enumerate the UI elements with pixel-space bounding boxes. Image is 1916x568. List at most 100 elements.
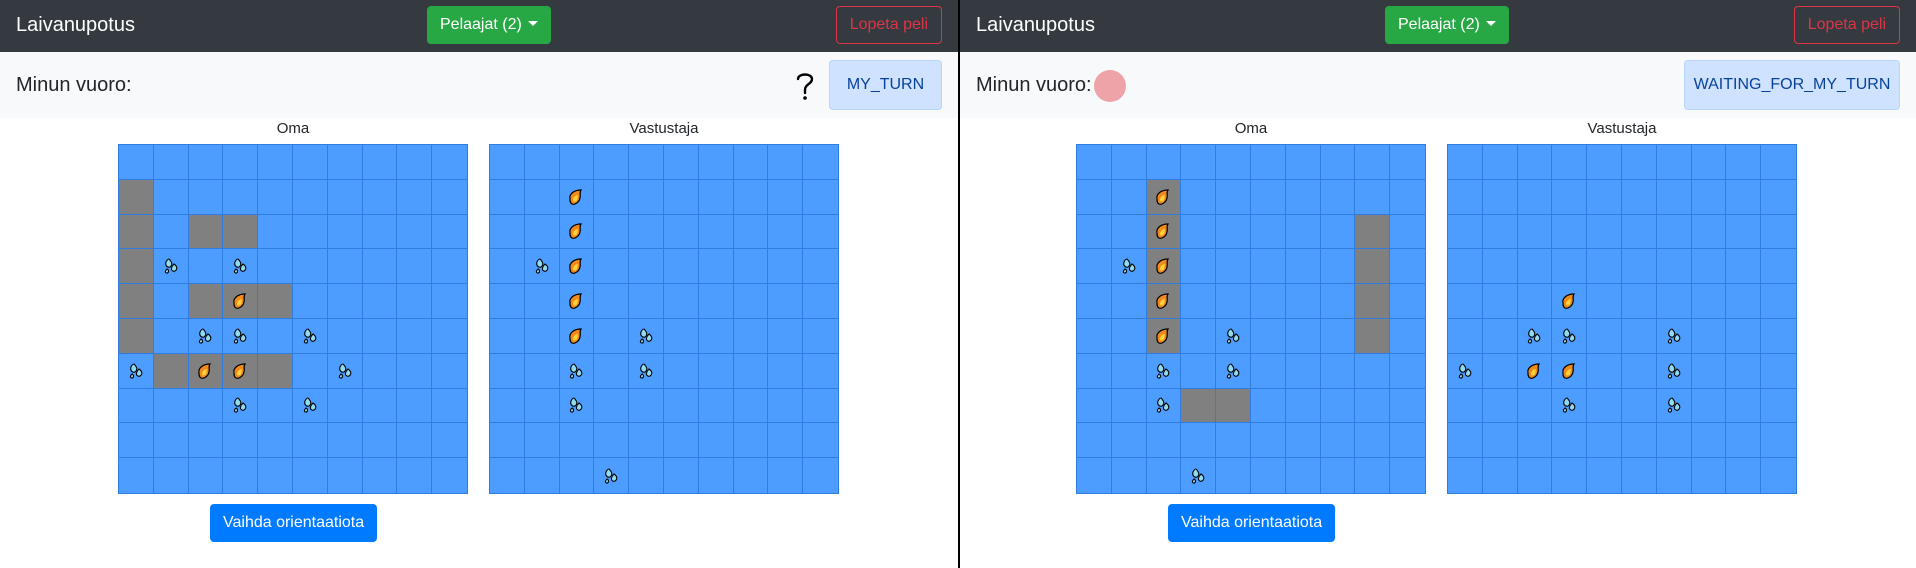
board-cell[interactable] <box>629 423 664 459</box>
board-cell[interactable] <box>559 318 595 354</box>
board-cell[interactable] <box>698 214 734 250</box>
board-cell[interactable] <box>1448 318 1483 354</box>
board-cell[interactable] <box>524 214 560 250</box>
board-cell[interactable] <box>594 388 630 424</box>
board-cell[interactable] <box>1621 353 1657 389</box>
board-cell[interactable] <box>698 145 734 180</box>
board-cell[interactable] <box>1517 284 1553 319</box>
board-cell[interactable] <box>1552 145 1588 180</box>
board-cell[interactable] <box>1552 353 1588 389</box>
board-cell[interactable] <box>1587 214 1622 250</box>
board-cell[interactable] <box>629 318 664 354</box>
board-cell[interactable] <box>1621 388 1657 424</box>
board-cell[interactable] <box>1657 458 1692 493</box>
board-cell[interactable] <box>1517 249 1553 285</box>
board-cell[interactable] <box>559 284 595 319</box>
board-cell[interactable] <box>1552 284 1588 319</box>
board-cell[interactable] <box>698 423 734 459</box>
board-cell[interactable] <box>629 458 664 493</box>
board-cell[interactable] <box>698 318 734 354</box>
board-cell[interactable] <box>559 353 595 389</box>
board-cell[interactable] <box>803 180 838 215</box>
board-cell[interactable] <box>733 179 769 215</box>
board-cell[interactable] <box>768 318 804 354</box>
board-cell[interactable] <box>490 318 525 354</box>
board-cell[interactable] <box>594 458 630 493</box>
board-cell[interactable] <box>663 249 699 285</box>
board-cell[interactable] <box>559 179 595 215</box>
board-cell[interactable] <box>1482 145 1518 180</box>
board-cell[interactable] <box>1448 458 1483 493</box>
board-cell[interactable] <box>1482 423 1518 459</box>
board-cell[interactable] <box>594 179 630 215</box>
board-cell[interactable] <box>594 284 630 319</box>
board-cell[interactable] <box>594 423 630 459</box>
board-cell[interactable] <box>1552 423 1588 459</box>
board-cell[interactable] <box>663 145 699 180</box>
board-cell[interactable] <box>1517 214 1553 250</box>
board-cell[interactable] <box>559 214 595 250</box>
board-cell[interactable] <box>525 458 560 493</box>
board-cell[interactable] <box>1691 284 1727 319</box>
board-cell[interactable] <box>1656 179 1692 215</box>
board-cell[interactable] <box>663 423 699 459</box>
board-cell[interactable] <box>733 423 769 459</box>
board-cell[interactable] <box>1726 388 1762 424</box>
board-cell[interactable] <box>1448 423 1483 459</box>
board-cell[interactable] <box>698 353 734 389</box>
board-cell[interactable] <box>768 458 804 493</box>
board-cell[interactable] <box>1726 318 1762 354</box>
board-cell[interactable] <box>663 214 699 250</box>
board-cell[interactable] <box>733 145 769 180</box>
board-cell[interactable] <box>803 389 838 424</box>
board-cell[interactable] <box>1761 249 1796 285</box>
board-cell[interactable] <box>803 354 838 389</box>
board-cell[interactable] <box>733 284 769 319</box>
board-cell[interactable] <box>629 145 664 180</box>
board-cell[interactable] <box>1656 284 1692 319</box>
board-cell[interactable] <box>1587 353 1622 389</box>
board-cell[interactable] <box>629 284 664 319</box>
board-cell[interactable] <box>594 214 630 250</box>
board-cell[interactable] <box>699 458 734 493</box>
board-cell[interactable] <box>1692 458 1727 493</box>
board-cell[interactable] <box>698 249 734 285</box>
board-cell[interactable] <box>768 353 804 389</box>
board-cell[interactable] <box>1482 353 1518 389</box>
board-cell[interactable] <box>524 388 560 424</box>
board-cell[interactable] <box>1587 458 1622 493</box>
board-cell[interactable] <box>1691 214 1727 250</box>
board-cell[interactable] <box>1656 423 1692 459</box>
board-cell[interactable] <box>1761 180 1796 215</box>
board-cell[interactable] <box>1482 318 1518 354</box>
board-cell[interactable] <box>1656 388 1692 424</box>
board-cell[interactable] <box>490 214 525 250</box>
board-cell[interactable] <box>1482 249 1518 285</box>
board-cell[interactable] <box>1587 318 1622 354</box>
board-cell[interactable] <box>1761 319 1796 354</box>
board-cell[interactable] <box>1621 318 1657 354</box>
board-cell[interactable] <box>1726 458 1762 493</box>
board-cell[interactable] <box>524 179 560 215</box>
board-cell[interactable] <box>490 423 525 459</box>
board-cell[interactable] <box>1517 318 1553 354</box>
board-cell[interactable] <box>490 179 525 215</box>
board-cell[interactable] <box>490 458 525 493</box>
board-cell[interactable] <box>559 249 595 285</box>
board-cell[interactable] <box>1726 214 1762 250</box>
board-cell[interactable] <box>1691 179 1727 215</box>
board-cell[interactable] <box>1517 353 1553 389</box>
board-cell[interactable] <box>1621 179 1657 215</box>
board-cell[interactable] <box>559 145 595 180</box>
question-mark-icon[interactable] <box>793 70 817 102</box>
board-cell[interactable] <box>663 179 699 215</box>
board-cell[interactable] <box>1448 249 1483 285</box>
board-cell[interactable] <box>1517 179 1553 215</box>
board-cell[interactable] <box>1761 423 1796 459</box>
board-cell[interactable] <box>1448 388 1483 424</box>
board-cell[interactable] <box>768 145 804 180</box>
board-cell[interactable] <box>1622 458 1657 493</box>
board-cell[interactable] <box>698 284 734 319</box>
board-cell[interactable] <box>1518 458 1553 493</box>
board-cell[interactable] <box>803 215 838 250</box>
